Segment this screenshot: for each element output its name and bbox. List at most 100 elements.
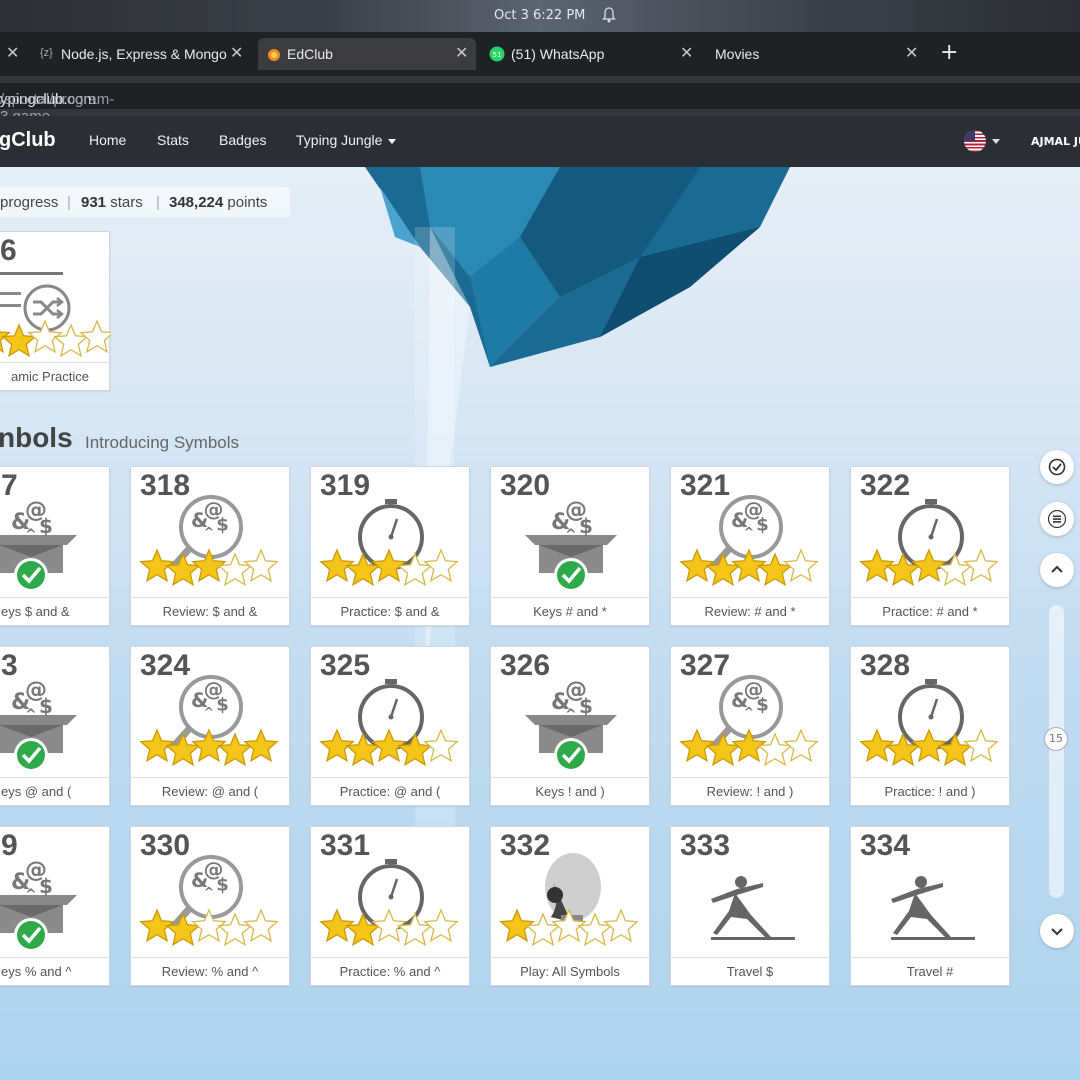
star-empty-icon [525, 912, 561, 947]
lesson-number: 332 [500, 829, 551, 862]
check-badge-icon [554, 738, 588, 772]
nav-stats[interactable]: Stats [157, 132, 189, 148]
lesson-caption: Review: ! and ) [671, 777, 829, 805]
section-title: nbols [0, 422, 73, 453]
star-empty-icon [783, 548, 819, 583]
lesson-caption: Review: % and ^ [131, 957, 289, 985]
tab-partial[interactable]: ✕ [0, 38, 30, 70]
bell-icon[interactable] [602, 7, 616, 23]
yoga-pose-icon [891, 876, 975, 940]
lesson-number: 321 [680, 469, 731, 502]
tab-label: (51) WhatsApp [511, 46, 605, 62]
close-icon[interactable]: ✕ [230, 43, 243, 63]
url-field[interactable]: ypingclub.com/sportal/program-3.game [0, 83, 1080, 125]
svg-text:^: ^ [25, 887, 37, 903]
star-filled-icon [243, 728, 279, 763]
close-icon[interactable]: ✕ [905, 43, 918, 63]
lesson-caption: eys @ and ( [0, 777, 109, 805]
lesson-card[interactable]: 328 Practice: ! and ) [850, 646, 1010, 806]
svg-text:$: $ [216, 695, 229, 716]
browser-tab-strip: ✕ {z} Node.js, Express & Mongo ✕ EdClub … [0, 32, 1080, 76]
new-tab-button[interactable]: + [940, 40, 958, 65]
lesson-card[interactable]: & @ $ ^ 324 Review: @ and ( [130, 646, 290, 806]
svg-text:$: $ [756, 515, 769, 536]
lesson-caption: Play: All Symbols [491, 957, 649, 985]
star-empty-icon [79, 319, 111, 354]
edclub-icon [268, 49, 280, 61]
balloon-icon [545, 853, 601, 925]
star-empty-icon [423, 548, 459, 583]
check-progress-button[interactable] [1040, 450, 1074, 484]
section-scrollbar[interactable] [1049, 605, 1064, 898]
menu-button[interactable] [1040, 502, 1074, 536]
star-empty-icon [423, 908, 459, 943]
lesson-card[interactable]: 332 Play: All Symbols [490, 826, 650, 986]
scroll-up-button[interactable] [1040, 553, 1074, 587]
nav-home[interactable]: Home [89, 132, 126, 148]
lesson-number: 319 [320, 469, 371, 502]
lesson-card[interactable]: & @ $ ^ 7 eys $ and & [0, 466, 110, 626]
points-count: 348,224 points [169, 194, 267, 211]
lesson-number: 325 [320, 649, 371, 682]
star-filled-icon [165, 552, 201, 587]
lesson-number: 333 [680, 829, 731, 862]
star-empty-icon [577, 912, 613, 947]
star-empty-icon [603, 908, 639, 943]
scroll-position-indicator[interactable]: 15 [1044, 727, 1068, 751]
section-subtitle: Introducing Symbols [85, 433, 240, 452]
lesson-card[interactable]: 325 Practice: @ and ( [310, 646, 470, 806]
close-icon[interactable]: ✕ [680, 43, 693, 63]
tab-node-express[interactable]: {z} Node.js, Express & Mongo ✕ [30, 38, 252, 70]
check-badge-icon [14, 558, 48, 592]
clock[interactable]: Oct 3 6:22 PM [494, 8, 585, 23]
site-logo[interactable]: gClub [0, 129, 56, 152]
lesson-caption: Travel # [851, 957, 1009, 985]
star-filled-icon [165, 912, 201, 947]
lesson-number: 327 [680, 649, 731, 682]
lesson-card[interactable]: & @ $ ^ 321 Review: # and * [670, 466, 830, 626]
stars-value: 931 [81, 194, 107, 211]
star-filled-icon [705, 732, 741, 767]
lesson-card[interactable]: 331 Practice: % and ^ [310, 826, 470, 986]
scroll-down-button[interactable] [1040, 914, 1074, 948]
tab-movies[interactable]: Movies ✕ [705, 38, 927, 70]
user-name[interactable]: AJMAL JU [1031, 135, 1080, 148]
lesson-card[interactable]: & @ $ ^ 327 Review: ! and ) [670, 646, 830, 806]
tab-edclub[interactable]: EdClub ✕ [258, 38, 476, 70]
shuffle-icon [23, 284, 71, 332]
chevron-down-icon[interactable] [992, 139, 1000, 144]
star-empty-icon [53, 323, 89, 358]
us-flag-icon[interactable] [964, 130, 986, 152]
lesson-card[interactable]: 333 Travel $ [670, 826, 830, 986]
nav-badges[interactable]: Badges [219, 132, 266, 148]
svg-text:$: $ [39, 694, 53, 718]
svg-text:$: $ [579, 514, 593, 538]
star-filled-icon [165, 732, 201, 767]
svg-text:$: $ [216, 875, 229, 896]
lesson-card[interactable]: 322 Practice: # and * [850, 466, 1010, 626]
close-icon[interactable]: ✕ [6, 43, 19, 63]
lesson-caption: Practice: ! and ) [851, 777, 1009, 805]
lesson-card[interactable]: & @ $ ^ 326 Keys ! and ) [490, 646, 650, 806]
star-empty-icon [963, 548, 999, 583]
star-empty-icon [243, 908, 279, 943]
lesson-caption: amic Practice [0, 362, 109, 390]
lesson-card-dynamic-practice[interactable]: 6 amic Practice [0, 231, 111, 391]
lesson-card[interactable]: & @ $ ^ 318 Review: $ and & [130, 466, 290, 626]
star-empty-icon [423, 728, 459, 763]
lesson-card[interactable]: 334 Travel # [850, 826, 1010, 986]
svg-text:$: $ [756, 695, 769, 716]
tab-label: EdClub [287, 46, 333, 62]
lesson-card[interactable]: & @ $ ^ 330 Review: % and ^ [130, 826, 290, 986]
lesson-card[interactable]: & @ $ ^ 9 eys % and ^ [0, 826, 110, 986]
close-icon[interactable]: ✕ [455, 43, 468, 63]
lesson-card[interactable]: 319 Practice: $ and & [310, 466, 470, 626]
divider: | [67, 194, 71, 211]
lesson-card[interactable]: & @ $ ^ 3 eys @ and ( [0, 646, 110, 806]
tab-whatsapp[interactable]: 51 (51) WhatsApp ✕ [480, 38, 700, 70]
lesson-card[interactable]: & @ $ ^ 320 Keys # and * [490, 466, 650, 626]
nav-typing-jungle[interactable]: Typing Jungle [296, 132, 397, 148]
lesson-caption: Review: @ and ( [131, 777, 289, 805]
svg-text:^: ^ [565, 707, 577, 723]
code-icon: {z} [40, 47, 53, 59]
